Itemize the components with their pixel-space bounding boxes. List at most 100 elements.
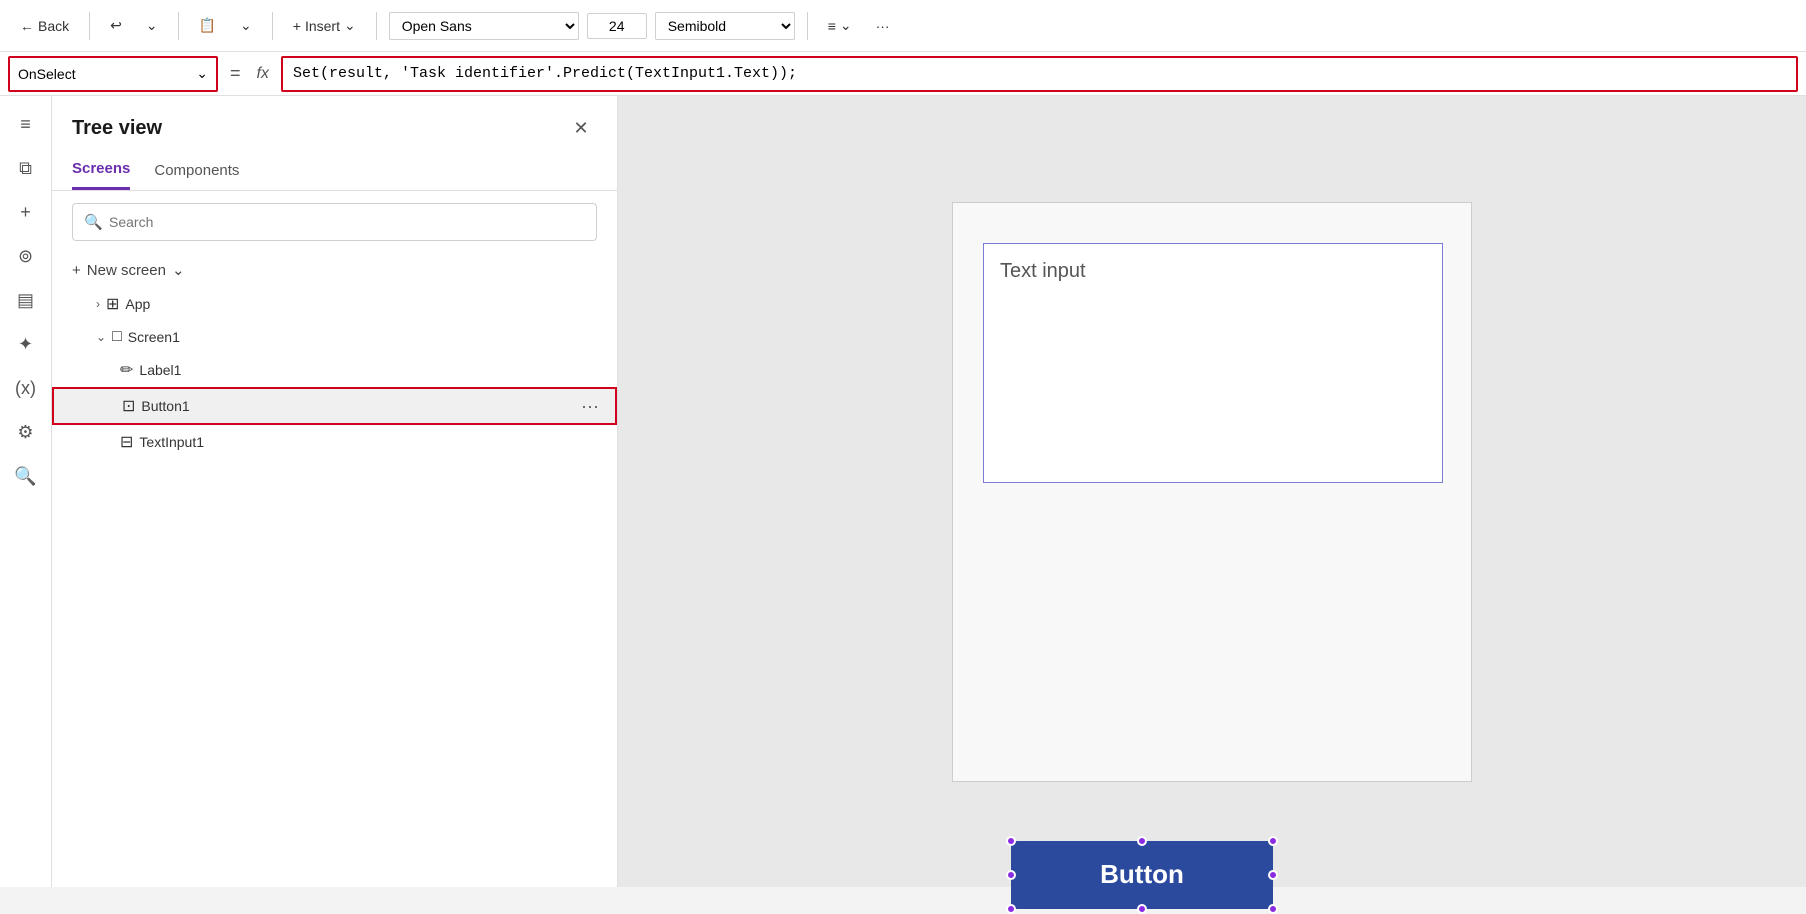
chevron-down-icon-2: ⌄ (240, 17, 252, 34)
new-screen-label: New screen (87, 262, 166, 279)
divider-3 (272, 12, 273, 40)
handle-middle-right[interactable] (1268, 870, 1278, 880)
property-label: OnSelect (18, 66, 76, 82)
canvas-frame: Text input Button (952, 202, 1472, 782)
handle-bottom-left[interactable] (1006, 904, 1016, 914)
handle-top-left[interactable] (1006, 836, 1016, 846)
new-screen-chevron-icon: ⌄ (172, 261, 185, 279)
undo-dropdown-button[interactable]: ⌄ (138, 13, 166, 38)
tree-item-button1[interactable]: ⊡ Button1 ··· (52, 387, 617, 425)
property-chevron-icon: ⌄ (196, 65, 208, 82)
insert-chevron-icon: ⌄ (344, 17, 356, 34)
textinput1-icon: ⊟ (120, 432, 133, 452)
divider-1 (89, 12, 90, 40)
insert-label: Insert (305, 18, 340, 34)
search-sidebar-icon: 🔍 (14, 466, 36, 487)
layers-icon: ⧉ (19, 158, 32, 179)
main-area: ≡ ⧉ + ⊚ ▤ ✦ (x) ⚙ 🔍 Tree view (0, 96, 1806, 887)
label1-label: Label1 (139, 362, 181, 378)
lines-icon: ≡ (828, 18, 836, 34)
hamburger-sidebar-button[interactable]: ≡ (6, 104, 46, 144)
divider-5 (807, 12, 808, 40)
new-screen-plus-icon: + (72, 262, 81, 279)
app-label: App (125, 296, 150, 312)
insert-button[interactable]: + Insert ⌄ (285, 13, 364, 38)
variables-button[interactable]: (x) (6, 368, 46, 408)
settings-sidebar-button[interactable]: ⚙ (6, 412, 46, 452)
screen1-chevron-icon: ⌄ (96, 330, 106, 344)
hamburger-icon: ≡ (20, 114, 31, 135)
formula-bar: OnSelect ⌄ = fx (0, 52, 1806, 96)
variables-icon: (x) (15, 378, 36, 399)
handle-bottom-middle[interactable] (1137, 904, 1147, 914)
button-widget-container: Button (981, 521, 1243, 589)
textinput1-label: TextInput1 (139, 434, 204, 450)
clipboard-button[interactable]: 📋 (191, 13, 224, 38)
tree-view-title: Tree view (72, 117, 162, 140)
undo-icon: ↩ (110, 17, 122, 34)
tree-item-textinput1[interactable]: ⊟ TextInput1 (52, 425, 617, 459)
search-sidebar-button[interactable]: 🔍 (6, 456, 46, 496)
formula-input[interactable] (281, 56, 1798, 92)
tree-panel: Tree view ✕ Screens Components 🔍 + New s… (52, 96, 618, 887)
tree-tabs: Screens Components (52, 152, 617, 191)
tree-item-screen1[interactable]: ⌄ □ Screen1 (52, 321, 617, 353)
clipboard-icon: 📋 (199, 17, 216, 34)
data-icon: ⊚ (18, 246, 33, 267)
tab-screens[interactable]: Screens (72, 152, 130, 190)
font-weight-select[interactable]: Semibold (655, 12, 795, 40)
handle-top-right[interactable] (1268, 836, 1278, 846)
canvas-area: Text input Button (618, 96, 1806, 887)
lines-menu-button[interactable]: ≡ ⌄ (820, 13, 860, 38)
font-size-input[interactable] (587, 13, 647, 39)
back-arrow-icon: ← (20, 18, 34, 34)
button-widget[interactable]: Button (1011, 841, 1273, 909)
layers-button[interactable]: ⧉ (6, 148, 46, 188)
toolbar: ← Back ↩ ⌄ 📋 ⌄ + Insert ⌄ Open Sans Semi… (0, 0, 1806, 52)
search-input[interactable] (72, 203, 597, 241)
tree-item-app[interactable]: › ⊞ App (52, 287, 617, 321)
fx-label: fx (253, 65, 273, 83)
screen1-label: Screen1 (128, 329, 180, 345)
button1-more-button[interactable]: ··· (581, 396, 599, 417)
app-icon: ⊞ (106, 294, 119, 314)
clipboard-dropdown-button[interactable]: ⌄ (232, 13, 260, 38)
close-icon: ✕ (573, 118, 588, 139)
tree-close-button[interactable]: ✕ (565, 112, 597, 144)
data-button[interactable]: ⊚ (6, 236, 46, 276)
textinput-widget[interactable]: Text input (983, 243, 1443, 483)
tree-item-label1[interactable]: ✏ Label1 (52, 353, 617, 387)
font-family-select[interactable]: Open Sans (389, 12, 579, 40)
add-sidebar-button[interactable]: + (6, 192, 46, 232)
plus-sidebar-icon: + (20, 202, 31, 223)
more-button[interactable]: ··· (868, 14, 898, 38)
divider-2 (178, 12, 179, 40)
paint-icon: ✦ (18, 334, 33, 355)
handle-top-middle[interactable] (1137, 836, 1147, 846)
back-button[interactable]: ← Back (12, 14, 77, 38)
label1-icon: ✏ (120, 360, 133, 380)
screen1-icon: □ (112, 328, 122, 346)
new-screen-button[interactable]: + New screen ⌄ (52, 253, 617, 287)
media-icon: ▤ (17, 290, 34, 311)
handle-bottom-right[interactable] (1268, 904, 1278, 914)
icon-sidebar: ≡ ⧉ + ⊚ ▤ ✦ (x) ⚙ 🔍 (0, 96, 52, 887)
search-wrap: 🔍 (52, 191, 617, 253)
media-button[interactable]: ▤ (6, 280, 46, 320)
handle-middle-left[interactable] (1006, 870, 1016, 880)
plus-icon: + (293, 18, 301, 34)
undo-button[interactable]: ↩ (102, 13, 130, 38)
app-chevron-icon: › (96, 297, 100, 311)
equals-sign: = (226, 63, 245, 84)
back-label: Back (38, 18, 69, 34)
property-dropdown[interactable]: OnSelect ⌄ (8, 56, 218, 92)
more-icon: ··· (876, 18, 890, 34)
tree-header: Tree view ✕ (52, 96, 617, 152)
button1-icon: ⊡ (122, 396, 135, 416)
button-widget-label: Button (1100, 859, 1184, 890)
chevron-down-icon: ⌄ (146, 17, 158, 34)
tab-components[interactable]: Components (154, 152, 239, 190)
paint-button[interactable]: ✦ (6, 324, 46, 364)
textinput-widget-label: Text input (1000, 260, 1086, 283)
settings-icon: ⚙ (17, 422, 33, 443)
